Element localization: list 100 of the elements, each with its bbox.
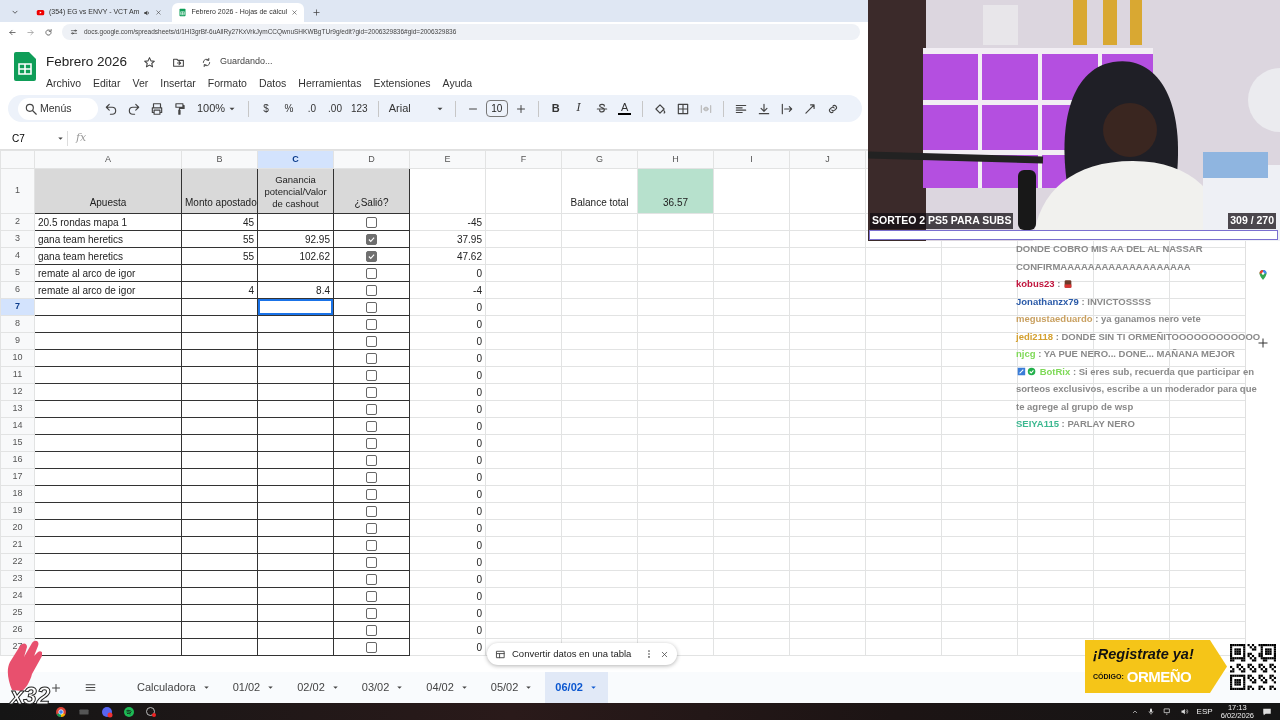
checkbox[interactable] — [366, 523, 377, 535]
checkbox[interactable] — [366, 217, 377, 229]
volume-icon[interactable] — [1179, 707, 1189, 716]
table-cell: gana team heretics — [34, 230, 182, 248]
checkbox[interactable] — [366, 421, 377, 433]
checkbox[interactable] — [366, 591, 377, 603]
app-icon[interactable] — [101, 705, 113, 718]
column-header[interactable]: E — [409, 150, 486, 169]
print-icon[interactable] — [150, 101, 164, 116]
fill-color-icon[interactable] — [652, 101, 667, 116]
microphone-icon[interactable] — [1146, 707, 1155, 716]
menu-item[interactable]: Insertar — [154, 75, 202, 93]
menu-item[interactable]: Archivo — [40, 75, 87, 93]
reload-icon[interactable] — [44, 27, 53, 37]
text-color-button[interactable]: A — [614, 97, 635, 120]
zoom-dropdown[interactable]: 100% — [193, 97, 241, 120]
toast-text[interactable]: Convertir datos en una tabla — [512, 646, 632, 662]
checkbox[interactable] — [366, 608, 377, 620]
sheets-logo-icon[interactable] — [14, 52, 36, 81]
network-icon[interactable] — [1162, 707, 1172, 716]
rotate-icon[interactable] — [802, 101, 817, 116]
currency-button[interactable]: $ — [256, 97, 276, 120]
sheet-tab[interactable]: 02/02 — [287, 672, 350, 703]
menu-item[interactable]: Extensiones — [367, 75, 437, 93]
decrease-decimal-button[interactable]: .0 — [302, 97, 322, 120]
menu-item[interactable]: Editar — [87, 75, 127, 93]
star-icon[interactable] — [143, 55, 157, 69]
checkbox[interactable] — [366, 455, 377, 467]
back-icon[interactable] — [8, 27, 17, 37]
checkbox[interactable] — [366, 404, 377, 416]
menu-item[interactable]: Formato — [201, 75, 253, 93]
borders-icon[interactable] — [675, 101, 690, 116]
document-title[interactable]: Febrero 2026 — [46, 52, 128, 73]
column-header[interactable]: C — [257, 150, 334, 169]
close-icon[interactable] — [155, 9, 163, 16]
column-header[interactable]: J — [789, 150, 866, 169]
new-tab-icon[interactable] — [312, 8, 322, 17]
checkbox[interactable] — [366, 251, 377, 263]
close-icon[interactable] — [660, 649, 669, 659]
language-indicator[interactable]: ESP — [1196, 705, 1213, 718]
font-dropdown[interactable]: Arial — [385, 97, 448, 120]
checkbox[interactable] — [366, 336, 377, 348]
menu-item[interactable]: Ver — [126, 75, 155, 93]
italic-button[interactable]: I — [568, 97, 589, 120]
percent-button[interactable]: % — [279, 97, 299, 120]
sheet-tab[interactable]: 06/02 — [545, 672, 608, 703]
sheet-tab[interactable]: 03/02 — [351, 672, 415, 703]
checkbox[interactable] — [366, 489, 377, 501]
sheet-tab[interactable]: 01/02 — [222, 672, 286, 703]
column-header[interactable]: D — [333, 150, 410, 169]
column-header[interactable]: H — [637, 150, 714, 169]
search-field[interactable]: Menús — [18, 97, 98, 120]
sheet-tab[interactable]: 04/02 — [416, 672, 479, 703]
checkbox[interactable] — [366, 268, 377, 280]
menu-item[interactable]: Herramientas — [292, 75, 368, 93]
app-icon[interactable] — [145, 705, 157, 718]
increase-decimal-button[interactable]: .00 — [325, 97, 345, 120]
add-sheet-icon[interactable] — [50, 681, 62, 694]
name-box[interactable]: C7 — [10, 131, 68, 146]
checkbox[interactable] — [366, 285, 377, 297]
checkbox[interactable] — [366, 302, 377, 314]
music-app-icon[interactable] — [123, 705, 135, 718]
checkbox[interactable] — [366, 387, 377, 399]
checkbox[interactable] — [366, 540, 377, 552]
checkbox[interactable] — [366, 353, 377, 365]
checkbox[interactable] — [366, 234, 377, 246]
checkbox[interactable] — [366, 557, 377, 569]
menu-item[interactable]: Datos — [252, 75, 293, 93]
undo-icon[interactable] — [104, 101, 118, 116]
redo-icon[interactable] — [127, 101, 141, 116]
checkbox[interactable] — [366, 574, 377, 586]
column-header[interactable]: G — [561, 150, 638, 169]
paint-format-icon[interactable] — [173, 101, 187, 116]
map-pin-icon[interactable] — [1257, 268, 1269, 282]
close-icon[interactable] — [291, 9, 299, 16]
menu-item[interactable]: Ayuda — [436, 75, 479, 93]
strikethrough-icon[interactable] — [594, 101, 609, 116]
notifications-icon[interactable] — [1262, 706, 1272, 717]
font-size-field[interactable]: 10 — [485, 100, 508, 117]
plus-icon[interactable] — [514, 102, 527, 115]
sheet-tab[interactable]: 05/02 — [480, 672, 544, 703]
bold-button[interactable]: B — [545, 97, 566, 120]
vertical-align-icon[interactable] — [756, 101, 771, 116]
column-header[interactable]: A — [34, 150, 182, 169]
checkbox[interactable] — [366, 319, 377, 331]
checkbox[interactable] — [366, 642, 377, 654]
checkbox[interactable] — [366, 370, 377, 382]
checkbox[interactable] — [366, 625, 377, 637]
all-sheets-icon[interactable] — [84, 681, 97, 694]
chrome-icon[interactable] — [55, 705, 67, 718]
column-header[interactable]: B — [181, 150, 258, 169]
column-header[interactable]: I — [713, 150, 790, 169]
sheet-tab[interactable]: Calculadora — [127, 672, 221, 703]
row-number[interactable]: 1 — [0, 168, 35, 214]
column-header[interactable]: F — [485, 150, 562, 169]
number-format-button[interactable]: 123 — [348, 97, 371, 120]
wrap-icon[interactable] — [779, 101, 794, 116]
checkbox[interactable] — [366, 472, 377, 484]
checkbox[interactable] — [366, 438, 377, 450]
checkbox[interactable] — [366, 506, 377, 518]
